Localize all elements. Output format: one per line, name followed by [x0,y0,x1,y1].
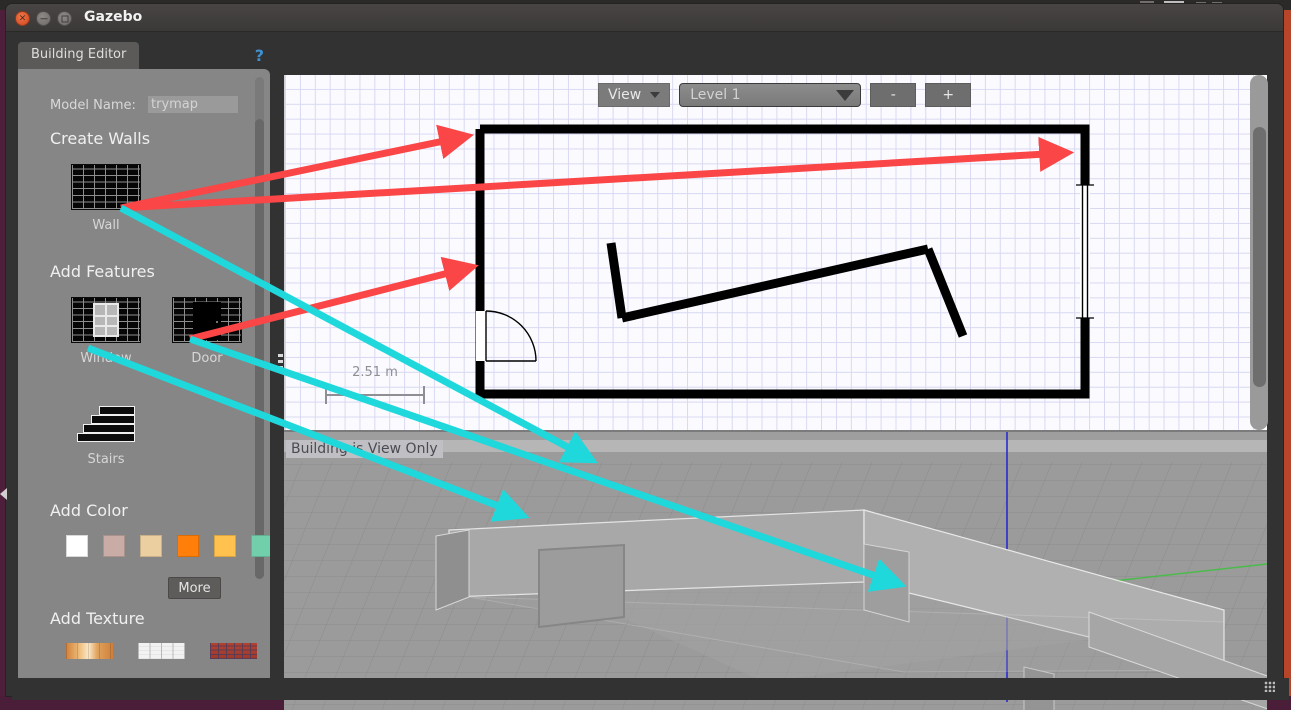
section-heading-add-color: Add Color [50,501,128,520]
floorplan-scrollbar-thumb[interactable] [1253,127,1266,387]
section-heading-add-features: Add Features [50,262,155,281]
scale-bar-label: 2.51 m [352,365,398,380]
tool-door[interactable]: Door [171,297,243,366]
model-name-row: Model Name: [50,94,250,113]
window-bottom-strip [12,678,1289,700]
tool-wall-label: Wall [92,218,120,233]
render-viewport[interactable]: Building is View Only [284,432,1267,710]
texture-swatch-red-brick[interactable] [210,643,257,659]
floorplan-drawing [475,124,1094,399]
texture-swatch-tile[interactable] [138,643,185,659]
help-icon[interactable]: ? [255,46,264,65]
view-only-status: Building is View Only [286,440,443,458]
tool-stairs[interactable]: Stairs [70,402,142,467]
building-editor-panel: Building Editor ? Model Name: Create Wal… [12,42,276,690]
close-icon[interactable]: × [15,11,30,26]
panel-content: Model Name: Create Walls Wall Add Featur… [18,69,270,686]
splitter-grip-icon [278,354,283,370]
tool-window-label: Window [80,351,132,366]
tool-wall[interactable]: Wall [70,164,142,233]
minimize-icon[interactable] [36,11,51,26]
zoom-out-button[interactable]: - [870,83,917,107]
scale-bar: 2.51 m [307,365,425,404]
title-bar: × Gazebo [6,4,1283,32]
tool-stairs-label: Stairs [87,452,125,467]
window-body: Building Editor ? Model Name: Create Wal… [6,32,1283,710]
stairs-icon [77,402,135,444]
color-swatch-rose[interactable] [103,535,125,557]
color-swatch-tan[interactable] [140,535,162,557]
view-menu-label: View [608,87,642,103]
tab-building-editor[interactable]: Building Editor [18,42,140,69]
more-colors-button[interactable]: More [168,577,221,599]
brick-door-icon [172,297,242,343]
editor-area: 2.51 m View Level 1 - + Building is View… [276,42,1276,710]
panel-tab-strip: Building Editor ? [12,42,276,69]
color-swatch-white[interactable] [66,535,88,557]
zoom-in-button[interactable]: + [925,83,972,107]
texture-swatch-wood[interactable] [66,643,113,659]
level-select[interactable]: Level 1 [679,83,862,107]
brick-wall-icon [71,164,141,210]
desktop-root: × Gazebo Building Editor ? Model Name: t… [0,0,1291,710]
brick-window-icon [71,297,141,343]
section-heading-add-texture: Add Texture [50,609,145,628]
color-swatch-list [66,535,270,557]
floorplan-canvas[interactable]: 2.51 m View Level 1 - + [284,75,1267,430]
panel-scrollbar-thumb[interactable] [255,119,264,579]
view-menu-button[interactable]: View [598,83,671,107]
tool-door-label: Door [191,351,223,366]
scale-bar-ruler [325,386,425,404]
maximize-icon[interactable] [57,11,72,26]
color-swatch-orange[interactable] [177,535,199,557]
texture-swatch-list [66,643,257,659]
vertical-splitter[interactable] [276,42,284,682]
render-scene [284,432,1267,710]
section-heading-create-walls: Create Walls [50,129,151,148]
tool-window[interactable]: Window [70,297,142,366]
chevron-down-icon [650,92,661,98]
resize-grip-icon[interactable] [1264,681,1275,692]
color-swatch-mint[interactable] [251,535,270,557]
floorplan-toolbar: View Level 1 - + [598,83,972,107]
window-title: Gazebo [84,9,143,25]
chevron-down-icon [836,89,855,101]
level-select-value: Level 1 [690,87,741,103]
panel-collapse-icon[interactable] [0,488,7,500]
model-name-label: Model Name: [50,98,136,113]
model-name-input[interactable] [148,96,238,113]
gazebo-window: × Gazebo Building Editor ? Model Name: t… [6,4,1289,710]
color-swatch-amber[interactable] [214,535,236,557]
